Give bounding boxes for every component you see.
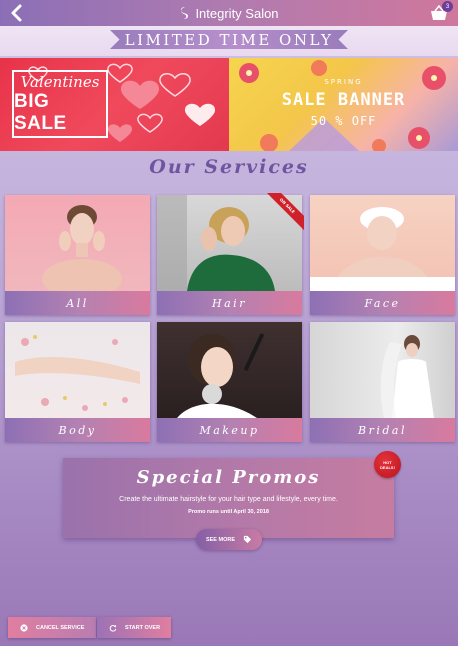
top-bar: Integrity Salon 3 [0, 0, 458, 26]
chevron-left-icon[interactable] [8, 3, 26, 23]
valentines-sale-banner[interactable]: Valentines BIG SALE [0, 58, 229, 151]
refresh-icon [109, 624, 117, 632]
cart-count-badge: 3 [442, 1, 453, 12]
brand: Integrity Salon [179, 5, 279, 21]
service-tile-makeup[interactable]: Makeup [157, 322, 302, 442]
on-sale-ribbon-text: ON SALE [262, 193, 304, 232]
close-circle-icon [20, 623, 28, 632]
on-sale-ribbon: ON SALE [262, 193, 304, 235]
service-label-body: Body [5, 418, 150, 442]
service-label-all: All [5, 291, 150, 315]
spring-label: SPRING [324, 78, 363, 86]
service-image-body [5, 322, 150, 418]
brand-logo-icon [181, 7, 189, 19]
service-tile-body[interactable]: Body [5, 322, 150, 442]
cancel-service-button[interactable]: CANCEL SERVICE [8, 617, 96, 638]
service-label-bridal: Bridal [310, 418, 455, 442]
start-over-label: START OVER [125, 624, 161, 631]
valentines-big-sale: BIG SALE [14, 91, 67, 134]
sale-banner-title: SALE BANNER [281, 90, 406, 110]
hot-deals-badge: HOT DEALS! [374, 451, 401, 478]
service-tile-hair[interactable]: ON SALE Hair [157, 193, 304, 315]
special-promos-description: Create the ultimate hairstyle for your h… [119, 496, 338, 503]
limited-time-ribbon: LIMITED TIME ONLY [110, 30, 348, 49]
service-label-makeup: Makeup [157, 418, 302, 442]
see-more-label: SEE MORE [205, 536, 236, 543]
valentines-text-box: Valentines BIG SALE [12, 70, 108, 138]
special-promos-until: Promo runs until April 30, 2018 [188, 509, 269, 515]
start-over-button[interactable]: START OVER [97, 617, 171, 638]
special-promos-title: Special Promos [136, 467, 321, 488]
sale-discount: 50 % OFF [310, 114, 377, 128]
hot-deals-line2: DEALS! [380, 464, 395, 470]
valentines-script: Valentines [20, 73, 100, 91]
tag-icon [243, 535, 252, 544]
service-image-all [5, 195, 150, 291]
service-tile-face[interactable]: Face [310, 195, 455, 315]
service-image-bridal [310, 322, 455, 418]
service-image-face [310, 195, 455, 291]
brand-name: Integrity Salon [195, 5, 279, 21]
cancel-service-label: CANCEL SERVICE [36, 624, 85, 631]
service-tile-bridal[interactable]: Bridal [310, 322, 455, 442]
spring-sale-banner[interactable]: SPRING SALE BANNER 50 % OFF [229, 58, 458, 151]
service-label-hair: Hair [157, 291, 302, 315]
service-image-makeup [157, 322, 302, 418]
cart-button[interactable]: 3 [430, 1, 453, 21]
service-tile-all[interactable]: All [5, 195, 150, 315]
special-promos-card: Special Promos Create the ultimate hairs… [63, 458, 394, 538]
service-label-face: Face [310, 291, 455, 315]
see-more-button[interactable]: SEE MORE [196, 529, 262, 550]
services-title: Our Services [149, 156, 309, 178]
